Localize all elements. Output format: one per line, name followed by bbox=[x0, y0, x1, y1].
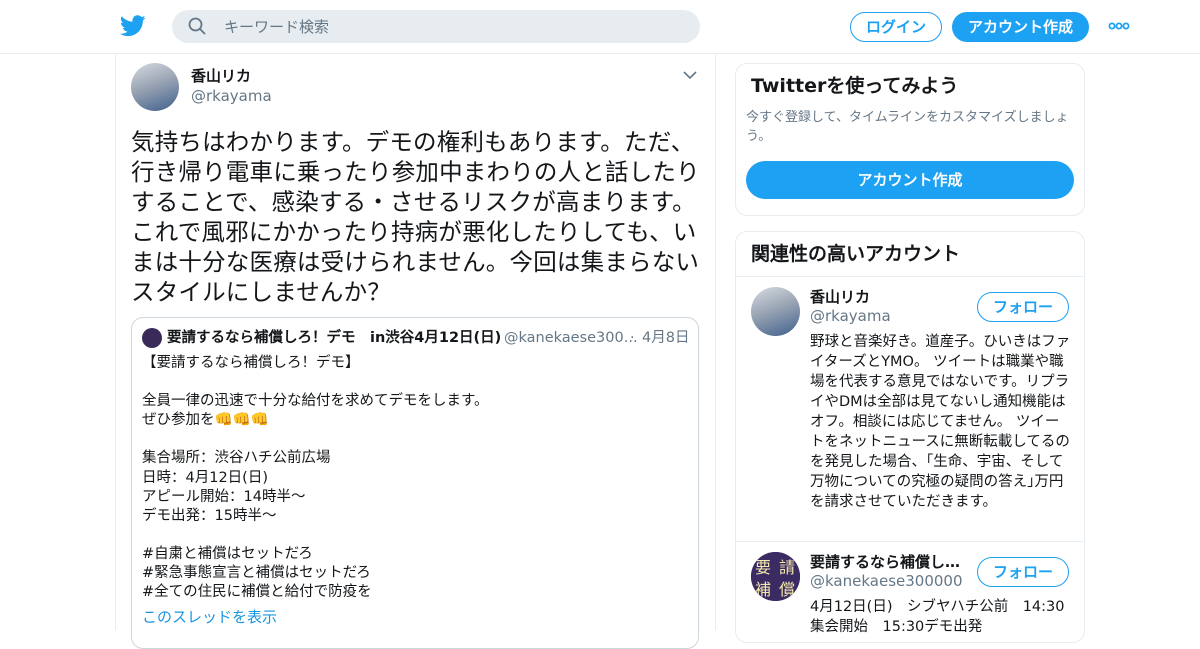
tweet-author-name[interactable]: 香山リカ bbox=[191, 67, 251, 86]
related-accounts-title: 関連性の高いアカウント bbox=[751, 243, 961, 265]
avatar-lettering: 要 請 補 償 bbox=[751, 552, 800, 601]
divider bbox=[736, 276, 1083, 277]
twitter-bird-icon[interactable] bbox=[120, 14, 146, 38]
search-icon bbox=[188, 17, 206, 35]
account-bio: 4月12日(日) シブヤハチ公前 14:30集会開始 15:30デモ出発 bbox=[810, 599, 1065, 635]
login-button[interactable]: ログイン bbox=[850, 12, 942, 42]
signup-button[interactable]: アカウント作成 bbox=[952, 12, 1089, 42]
avatar-char: 要 bbox=[755, 558, 771, 577]
account-handle[interactable]: @rkayama bbox=[810, 307, 891, 326]
quoted-separator: · bbox=[630, 330, 635, 346]
quoted-date: 4月8日 bbox=[642, 330, 690, 346]
quoted-avatar bbox=[142, 328, 162, 348]
avatar[interactable]: 要 請 補 償 bbox=[751, 552, 800, 601]
account-name[interactable]: 要請するなら補償しろ！デモ in渋谷4月12日(日) bbox=[810, 553, 970, 572]
signup-card-title: Twitterを使ってみよう bbox=[751, 75, 959, 97]
account-name[interactable]: 香山リカ bbox=[810, 288, 870, 307]
account-bio: 野球と音楽好き。道産子。ひいきはファイターズとYMO。 ツイートは職業や職場を代… bbox=[810, 334, 1071, 510]
follow-button[interactable]: フォロー bbox=[977, 557, 1069, 587]
divider bbox=[736, 541, 1083, 542]
signup-card-subtitle: 今すぐ登録して、タイムラインをカスタマイズしましょう。 bbox=[746, 110, 1069, 144]
more-icon[interactable] bbox=[1108, 20, 1130, 32]
avatar-char: 請 bbox=[779, 558, 795, 577]
tweet-text: 気持ちはわかります。デモの権利もあります。ただ、行き帰り電車に乗ったり参加中まわ… bbox=[131, 128, 700, 306]
quoted-author-name: 要請するなら補償しろ！デモ in渋谷4月12日(日) bbox=[167, 330, 502, 346]
show-thread-link[interactable]: このスレッドを表示 bbox=[142, 608, 277, 627]
chevron-down-icon[interactable] bbox=[683, 70, 697, 80]
search-input[interactable]: キーワード検索 bbox=[224, 17, 329, 37]
quoted-text: 【要請するなら補償しろ！デモ】 全員一律の迅速で十分な給付を求めてデモをします。… bbox=[142, 355, 489, 601]
signup-card-button[interactable]: アカウント作成 bbox=[746, 161, 1074, 199]
avatar[interactable] bbox=[751, 287, 800, 336]
quoted-author-handle: @kanekaese300... bbox=[504, 330, 638, 346]
tweet-author-handle[interactable]: @rkayama bbox=[191, 87, 272, 106]
follow-button[interactable]: フォロー bbox=[977, 292, 1069, 322]
avatar[interactable] bbox=[131, 63, 179, 111]
account-handle[interactable]: @kanekaese300000 bbox=[810, 572, 963, 591]
